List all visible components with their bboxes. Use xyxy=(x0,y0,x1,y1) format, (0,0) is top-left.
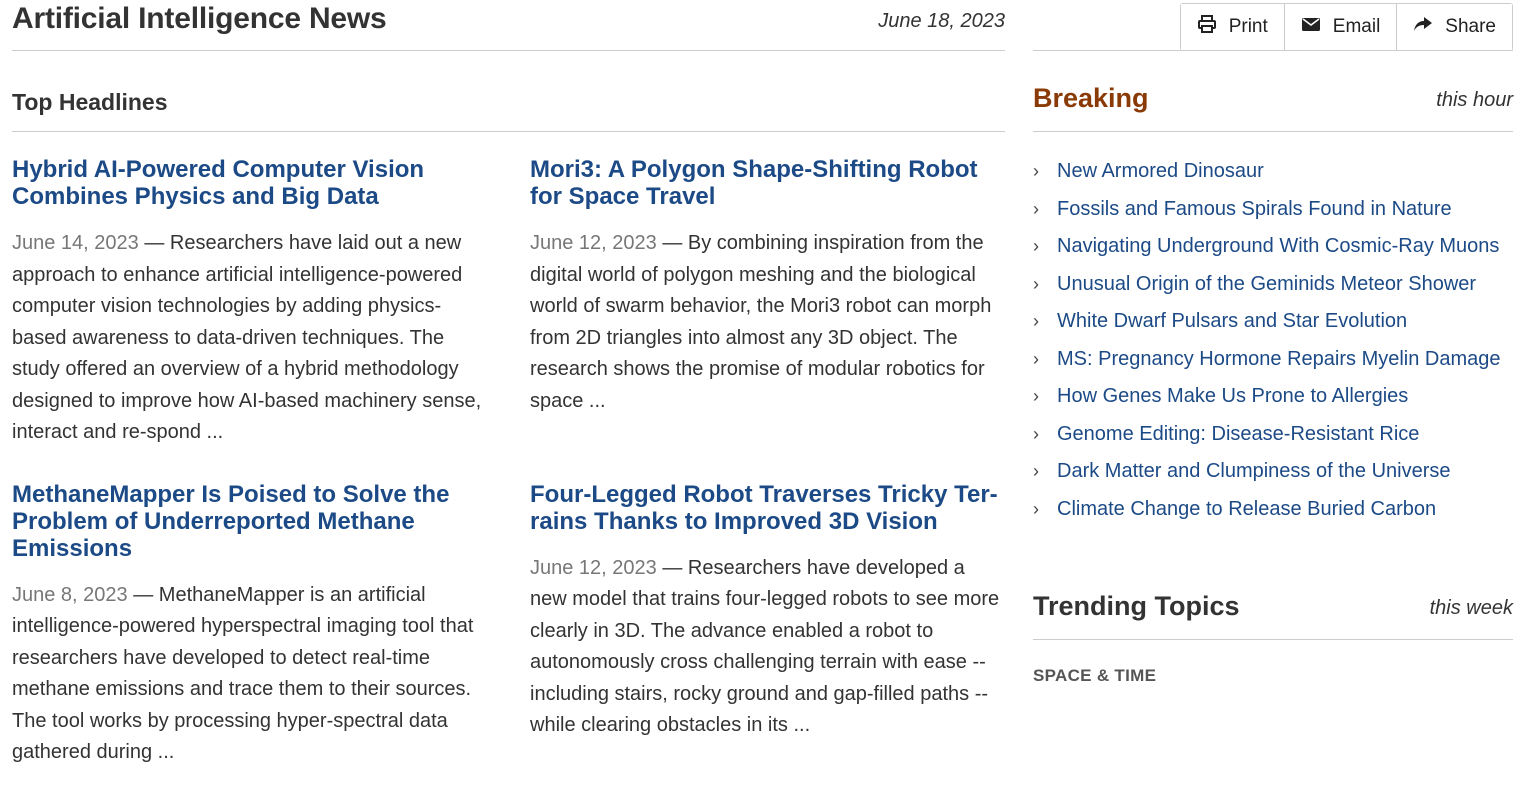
share-label: Share xyxy=(1445,16,1496,37)
breaking-link[interactable]: Navigating Underground With Cosmic-Ray M… xyxy=(1057,235,1499,257)
printer-icon xyxy=(1197,14,1217,40)
trending-header: Trending Topics this week xyxy=(1033,577,1513,640)
chevron-right-icon: › xyxy=(1033,498,1039,519)
topic-category: SPACE & TIME xyxy=(1033,666,1157,685)
story-card: MethaneMapper Is Poised to Solve the Pro… xyxy=(12,481,490,769)
story-headline-link[interactable]: Mori3: A Polygon Shape-Shifting Robot fo… xyxy=(530,156,1005,210)
trending-timeframe: this week xyxy=(1429,597,1513,619)
list-item: › Dark Matter and Clumpiness of the Unive… xyxy=(1033,456,1513,488)
breaking-link[interactable]: MS: Pregnancy Hormone Repairs Myelin Dam… xyxy=(1057,348,1501,370)
email-label: Email xyxy=(1332,16,1381,37)
section-header: Top Headlines xyxy=(12,51,1005,132)
main-column: Artificial Intelligence News June 18, 20… xyxy=(12,0,1005,801)
page-title: Artificial Intelligence News xyxy=(12,2,387,35)
breaking-link[interactable]: How Genes Make Us Prone to Allergies xyxy=(1057,385,1408,407)
share-toolbar: Print Email Share xyxy=(1033,0,1513,51)
breaking-link[interactable]: Fossils and Famous Spirals Found in Natu… xyxy=(1057,198,1452,220)
breaking-link[interactable]: White Dwarf Pulsars and Star Evolution xyxy=(1057,310,1407,332)
masthead: Artificial Intelligence News June 18, 20… xyxy=(12,0,1005,51)
print-button[interactable]: Print xyxy=(1180,4,1285,50)
breaking-header: Breaking this hour xyxy=(1033,51,1513,132)
story-date: June 12, 2023 xyxy=(530,556,657,579)
share-button-group: Print Email Share xyxy=(1179,3,1513,51)
story-text: Researchers have developed a new model t… xyxy=(530,556,1000,737)
breaking-timeframe: this hour xyxy=(1436,89,1513,111)
story-headline-link[interactable]: MethaneMapper Is Poised to Solve the Pro… xyxy=(12,481,490,562)
headline-grid: Hybrid AI-Powered Computer Vision Combin… xyxy=(12,156,1005,801)
list-item: › Fossils and Famous Spirals Found in Nat… xyxy=(1033,194,1513,226)
sidebar: Print Email Share Breaking this hour › N… xyxy=(1033,0,1513,686)
list-item: › Navigating Underground With Cosmic-Ray … xyxy=(1033,231,1513,263)
story-text: Researchers have laid out a new approach… xyxy=(12,232,482,443)
chevron-right-icon: › xyxy=(1033,236,1039,256)
breaking-link[interactable]: Genome Editing: Disease-Resistant Rice xyxy=(1057,423,1419,445)
trending-section: Trending Topics this week SPACE & TIME xyxy=(1033,577,1513,686)
breaking-link[interactable]: Dark Matter and Clumpiness of the Univer… xyxy=(1057,460,1451,482)
story-headline-link[interactable]: Four-Legged Robot Traverses Tricky Ter-r… xyxy=(530,481,1005,535)
story-date: June 14, 2023 xyxy=(12,232,139,254)
story-date: June 8, 2023 xyxy=(12,583,128,606)
share-button[interactable]: Share xyxy=(1397,4,1512,50)
story-summary: June 8, 2023 — MethaneMapper is an artif… xyxy=(12,583,474,764)
story-summary: June 14, 2023 — Researchers have laid ou… xyxy=(12,232,482,443)
chevron-right-icon: › xyxy=(1033,273,1039,294)
story-card: Mori3: A Polygon Shape-Shifting Robot fo… xyxy=(530,156,1005,449)
list-item: › White Dwarf Pulsars and Star Evolution xyxy=(1033,306,1513,338)
chevron-right-icon: › xyxy=(1033,423,1039,444)
breaking-link[interactable]: New Armored Dinosaur xyxy=(1057,160,1264,182)
chevron-right-icon: › xyxy=(1033,161,1039,181)
story-summary: June 12, 2023 — By combining inspiration… xyxy=(530,232,992,412)
story-text: By combining inspiration from the digita… xyxy=(530,232,992,412)
news-page: Artificial Intelligence News June 18, 20… xyxy=(0,0,1536,802)
email-button[interactable]: Email xyxy=(1284,4,1398,50)
story-summary: June 12, 2023 — Researchers have develop… xyxy=(530,556,1000,737)
chevron-right-icon: › xyxy=(1033,198,1039,219)
story-headline-link[interactable]: Hybrid AI-Powered Computer Vision Combin… xyxy=(12,156,490,210)
chevron-right-icon: › xyxy=(1033,461,1039,481)
trending-title: Trending Topics xyxy=(1033,591,1240,621)
print-label: Print xyxy=(1228,16,1268,37)
list-item: › MS: Pregnancy Hormone Repairs Myelin Da… xyxy=(1033,344,1513,376)
story-date: June 12, 2023 xyxy=(530,232,657,254)
chevron-right-icon: › xyxy=(1033,386,1039,406)
breaking-title: Breaking xyxy=(1033,83,1149,113)
story-card: Hybrid AI-Powered Computer Vision Combin… xyxy=(12,156,490,449)
list-item: › New Armored Dinosaur xyxy=(1033,156,1513,188)
story-text: MethaneMapper is an artificial intellige… xyxy=(12,583,474,764)
breaking-list: › New Armored Dinosaur › Fossils and Famou… xyxy=(1033,156,1513,525)
masthead-date: June 18, 2023 xyxy=(878,10,1005,32)
list-item: › Unusual Origin of the Geminids Meteor S… xyxy=(1033,269,1513,301)
story-card: Four-Legged Robot Traverses Tricky Ter-r… xyxy=(530,481,1005,769)
share-arrow-icon xyxy=(1413,14,1433,40)
section-title: Top Headlines xyxy=(12,89,168,115)
chevron-right-icon: › xyxy=(1033,348,1039,369)
breaking-link[interactable]: Unusual Origin of the Geminids Meteor Sh… xyxy=(1057,273,1476,295)
list-item: › Genome Editing: Disease-Resistant Rice xyxy=(1033,419,1513,451)
list-item: › Climate Change to Release Buried Carbon xyxy=(1033,494,1513,526)
list-item: › How Genes Make Us Prone to Allergies xyxy=(1033,381,1513,413)
breaking-link[interactable]: Climate Change to Release Buried Carbon xyxy=(1057,498,1436,520)
envelope-icon xyxy=(1301,14,1321,40)
chevron-right-icon: › xyxy=(1033,311,1039,331)
